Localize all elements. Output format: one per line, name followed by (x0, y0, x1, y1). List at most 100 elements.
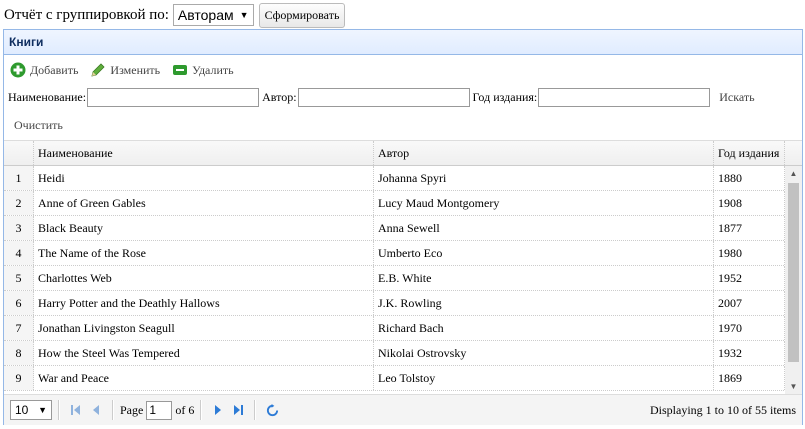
page-number-input[interactable] (146, 400, 173, 420)
grid-scrollbar[interactable]: ▲ ▼ (785, 166, 802, 394)
prev-page-button[interactable] (86, 400, 106, 420)
cell-title: Jonathan Livingston Seagull (34, 316, 374, 340)
dropdown-arrow-icon: ▼ (239, 10, 249, 20)
table-row[interactable]: 5 Charlottes Web E.B. White 1952 (4, 266, 802, 291)
cell-author: Lucy Maud Montgomery (374, 191, 714, 215)
page-count: of 6 (175, 402, 195, 417)
year-filter-label: Год издания: (472, 89, 538, 104)
next-page-icon (215, 405, 222, 415)
name-filter-input[interactable] (87, 87, 260, 107)
cell-title: Charlottes Web (34, 266, 374, 290)
year-filter-input[interactable] (538, 87, 711, 107)
cell-title: The Name of the Rose (34, 241, 374, 265)
cell-title: War and Peace (34, 366, 374, 390)
filter-bar: Наименование: Автор: Год издания: Искать (8, 86, 755, 108)
pager-separator (200, 400, 203, 420)
cell-title: Heidi (34, 166, 374, 190)
cell-title: How the Steel Was Tempered (34, 341, 374, 365)
cell-title: Anne of Green Gables (34, 191, 374, 215)
row-number: 4 (4, 241, 34, 265)
books-grid: Наименование Автор Год издания 1 Heidi J… (4, 140, 802, 394)
column-header-title[interactable]: Наименование (34, 141, 374, 165)
row-number: 5 (4, 266, 34, 290)
table-row[interactable]: 3 Black Beauty Anna Sewell 1877 (4, 216, 802, 241)
minus-icon (172, 62, 188, 78)
column-header-year[interactable]: Год издания (714, 141, 785, 165)
name-filter-label: Наименование: (8, 89, 87, 104)
pager-separator (254, 400, 257, 420)
last-page-icon (234, 405, 244, 415)
first-page-button[interactable] (66, 400, 86, 420)
cell-year: 1908 (714, 191, 785, 215)
delete-label: Удалить (192, 62, 234, 77)
cell-year: 1952 (714, 266, 785, 290)
last-page-button[interactable] (228, 400, 248, 420)
clear-button[interactable]: Очистить (14, 118, 63, 133)
grid-rows: 1 Heidi Johanna Spyri 1880 2 Anne of Gre… (4, 166, 802, 391)
page-size-select[interactable]: 10 ▼ (10, 400, 52, 420)
grid-header: Наименование Автор Год издания (4, 141, 802, 166)
table-row[interactable]: 2 Anne of Green Gables Lucy Maud Montgom… (4, 191, 802, 216)
cell-title: Black Beauty (34, 216, 374, 240)
author-filter-label: Автор: (262, 89, 297, 104)
panel-title: Книги (4, 30, 802, 55)
report-bar: Отчёт с группировкой по: Авторам ▼ Сформ… (4, 2, 346, 28)
delete-button[interactable]: Удалить (172, 62, 234, 78)
table-row[interactable]: 7 Jonathan Livingston Seagull Richard Ba… (4, 316, 802, 341)
cell-year: 1970 (714, 316, 785, 340)
row-number-header (4, 141, 34, 165)
row-number: 7 (4, 316, 34, 340)
books-panel: Книги Добавить Изменить Удалить Наименов… (3, 29, 803, 425)
row-number: 6 (4, 291, 34, 315)
table-row[interactable]: 8 How the Steel Was Tempered Nikolai Ost… (4, 341, 802, 366)
display-info: Displaying 1 to 10 of 55 items (650, 403, 796, 417)
next-page-button[interactable] (208, 400, 228, 420)
cell-author: J.K. Rowling (374, 291, 714, 315)
refresh-icon (266, 403, 278, 416)
add-icon (10, 62, 26, 78)
pencil-icon (90, 62, 106, 78)
edit-button[interactable]: Изменить (90, 62, 160, 78)
cell-author: E.B. White (374, 266, 714, 290)
page-size-value: 10 (15, 403, 29, 417)
cell-year: 1932 (714, 341, 785, 365)
column-header-author[interactable]: Автор (374, 141, 714, 165)
cell-year: 1869 (714, 366, 785, 390)
report-label: Отчёт с группировкой по: (4, 6, 169, 23)
add-button[interactable]: Добавить (10, 62, 78, 78)
pager-separator (112, 400, 114, 420)
row-number: 2 (4, 191, 34, 215)
cell-author: Nikolai Ostrovsky (374, 341, 714, 365)
group-by-select[interactable]: Авторам ▼ (172, 4, 254, 26)
generate-report-button[interactable]: Сформировать (258, 2, 346, 28)
pagination-bar: 10 ▼ Page of 6 Displaying 1 to 10 of 55 … (4, 394, 802, 425)
cell-author: Leo Tolstoy (374, 366, 714, 390)
scroll-up-icon[interactable]: ▲ (785, 166, 802, 181)
cell-author: Johanna Spyri (374, 166, 714, 190)
row-number: 8 (4, 341, 34, 365)
author-filter-input[interactable] (297, 87, 470, 107)
cell-title: Harry Potter and the Deathly Hallows (34, 291, 374, 315)
first-page-icon (71, 405, 80, 415)
table-row[interactable]: 6 Harry Potter and the Deathly Hallows J… (4, 291, 802, 316)
cell-author: Anna Sewell (374, 216, 714, 240)
cell-year: 1980 (714, 241, 785, 265)
cell-author: Richard Bach (374, 316, 714, 340)
table-row[interactable]: 1 Heidi Johanna Spyri 1880 (4, 166, 802, 191)
pager-separator (58, 400, 60, 420)
cell-author: Umberto Eco (374, 241, 714, 265)
table-row[interactable]: 4 The Name of the Rose Umberto Eco 1980 (4, 241, 802, 266)
search-button[interactable]: Искать (719, 90, 754, 105)
cell-year: 1877 (714, 216, 785, 240)
add-label: Добавить (30, 62, 79, 77)
table-row[interactable]: 9 War and Peace Leo Tolstoy 1869 (4, 366, 802, 391)
refresh-button[interactable] (262, 400, 282, 420)
row-number: 9 (4, 366, 34, 390)
cell-year: 1880 (714, 166, 785, 190)
scroll-down-icon[interactable]: ▼ (785, 379, 802, 394)
row-number: 3 (4, 216, 34, 240)
edit-label: Изменить (110, 62, 161, 77)
toolbar: Добавить Изменить Удалить (10, 61, 246, 79)
prev-page-icon (93, 405, 99, 415)
scrollbar-thumb[interactable] (788, 183, 799, 362)
